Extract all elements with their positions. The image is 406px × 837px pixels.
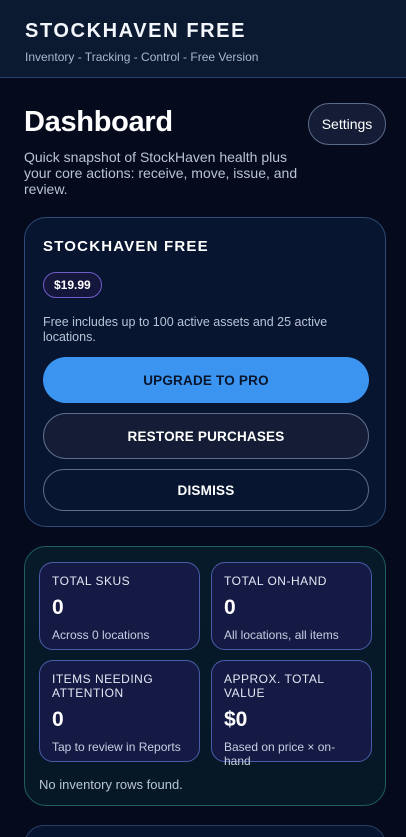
empty-inventory-message: No inventory rows found. — [39, 777, 183, 792]
restore-purchases-button[interactable]: RESTORE PURCHASES — [43, 413, 369, 459]
price-badge: $19.99 — [43, 272, 102, 298]
stat-items-needing-attention[interactable]: ITEMS NEEDING ATTENTION 0 Tap to review … — [39, 660, 200, 762]
stat-value: $0 — [224, 708, 248, 731]
stat-approx-total-value: APPROX. TOTAL VALUE $0 Based on price × … — [211, 660, 372, 768]
page-title: Dashboard — [24, 106, 173, 138]
upgrade-button[interactable]: UPGRADE TO PRO — [43, 357, 369, 403]
app-title: STOCKHAVEN FREE — [25, 20, 247, 42]
stat-note: Based on price × on-hand — [224, 740, 336, 768]
next-card — [24, 825, 386, 837]
stat-value: 0 — [52, 596, 64, 619]
dismiss-button[interactable]: DISMISS — [43, 469, 369, 511]
stat-note: All locations, all items — [224, 628, 339, 642]
stat-label: APPROX. TOTAL VALUE — [224, 672, 325, 700]
stat-value: 0 — [224, 596, 236, 619]
stat-total-on-hand: TOTAL ON-HAND 0 All locations, all items — [211, 562, 372, 650]
stat-label: TOTAL SKUS — [52, 574, 131, 588]
stat-label: TOTAL ON-HAND — [224, 574, 327, 588]
promo-title: STOCKHAVEN FREE — [43, 238, 209, 255]
settings-button[interactable]: Settings — [308, 103, 386, 145]
stat-value: 0 — [52, 708, 64, 731]
stat-total-skus: TOTAL SKUS 0 Across 0 locations — [39, 562, 200, 650]
stat-label: ITEMS NEEDING ATTENTION — [52, 672, 154, 700]
stats-card: TOTAL SKUS 0 Across 0 locations TOTAL ON… — [24, 546, 386, 806]
app-subtitle: Inventory - Tracking - Control - Free Ve… — [25, 50, 259, 64]
app-header: STOCKHAVEN FREE Inventory - Tracking - C… — [0, 0, 406, 78]
promo-description: Free includes up to 100 active assets an… — [43, 315, 328, 344]
stat-note: Tap to review in Reports — [52, 740, 181, 754]
stat-note: Across 0 locations — [52, 628, 150, 642]
page-description: Quick snapshot of StockHaven health plus… — [24, 149, 298, 197]
promo-card: STOCKHAVEN FREE $19.99 Free includes up … — [24, 217, 386, 527]
